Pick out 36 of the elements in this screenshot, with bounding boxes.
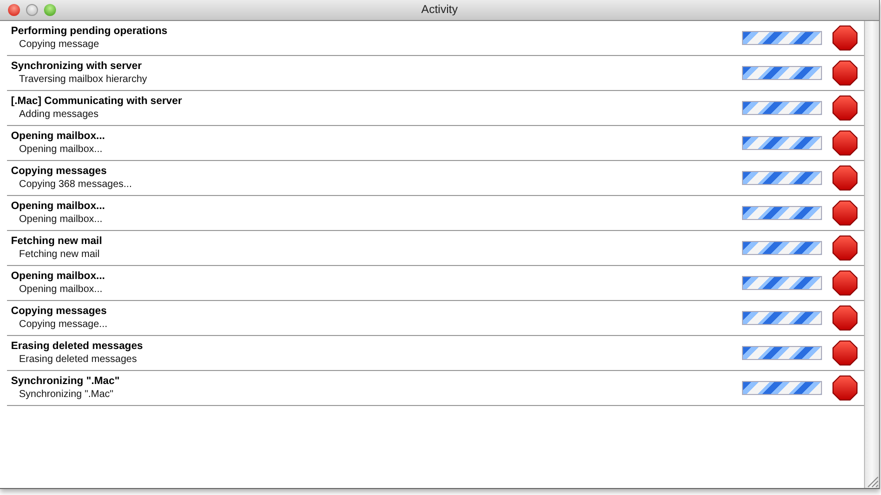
- task-status: Opening mailbox...: [18, 143, 104, 156]
- task-status: Synchronizing ".Mac": [18, 388, 114, 401]
- task-title: Synchronizing ".Mac": [11, 375, 121, 388]
- stop-button[interactable]: [832, 305, 858, 331]
- task-title: Copying messages: [11, 305, 108, 318]
- task-title: Synchronizing with server: [11, 60, 143, 73]
- task-status: Traversing mailbox hierarchy: [18, 73, 148, 86]
- stop-button[interactable]: [832, 200, 858, 226]
- task-status: Erasing deleted messages: [18, 353, 138, 366]
- stop-button[interactable]: [832, 165, 858, 191]
- stop-button[interactable]: [832, 375, 858, 401]
- task-status: Copying 368 messages...: [18, 178, 133, 191]
- stop-button[interactable]: [832, 270, 858, 296]
- task-title: [.Mac] Communicating with server: [11, 95, 183, 108]
- close-button[interactable]: [8, 4, 20, 16]
- stop-button[interactable]: [832, 340, 858, 366]
- task-title: Erasing deleted messages: [11, 340, 144, 353]
- stop-button[interactable]: [832, 60, 858, 86]
- task-title: Opening mailbox...: [11, 270, 106, 283]
- task-status: Fetching new mail: [18, 248, 101, 261]
- task-status: Copying message: [18, 38, 100, 51]
- window-title: Activity: [421, 4, 458, 16]
- stop-button[interactable]: [832, 25, 858, 51]
- resize-grip-icon[interactable]: [865, 474, 879, 488]
- stop-button[interactable]: [832, 95, 858, 121]
- task-status: Opening mailbox...: [18, 213, 104, 226]
- task-status: Opening mailbox...: [18, 283, 104, 296]
- task-title: Opening mailbox...: [11, 200, 106, 213]
- task-title: Performing pending operations: [11, 25, 168, 38]
- task-title: Copying messages: [11, 165, 108, 178]
- task-status: Copying message...: [18, 318, 108, 331]
- task-title: Opening mailbox...: [11, 130, 106, 143]
- stop-button[interactable]: [832, 235, 858, 261]
- task-title: Fetching new mail: [11, 235, 104, 248]
- task-status: Adding messages: [18, 108, 100, 121]
- stop-button[interactable]: [832, 130, 858, 156]
